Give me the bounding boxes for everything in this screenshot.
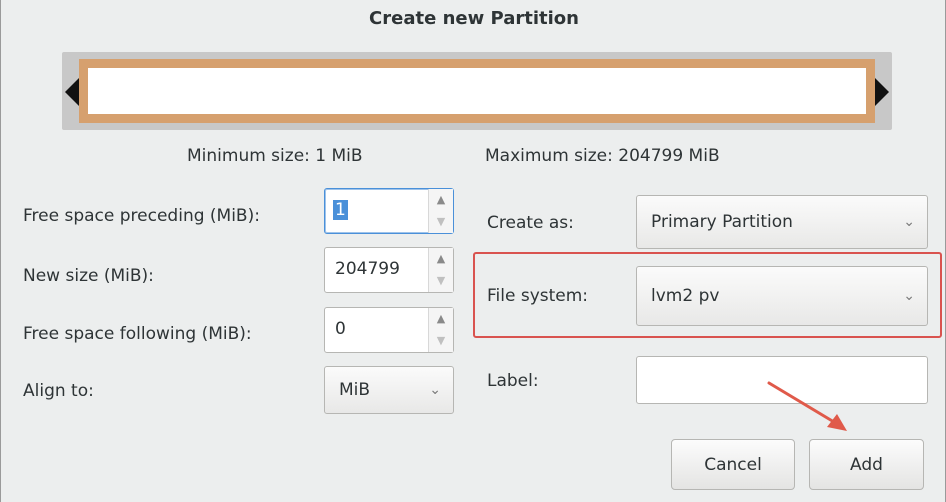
cancel-button[interactable]: Cancel <box>671 439 795 490</box>
annotation-arrow-icon <box>767 381 847 431</box>
create-partition-dialog: Create new Partition Minimum size: 1 MiB… <box>0 0 946 502</box>
add-button[interactable]: Add <box>809 439 924 490</box>
